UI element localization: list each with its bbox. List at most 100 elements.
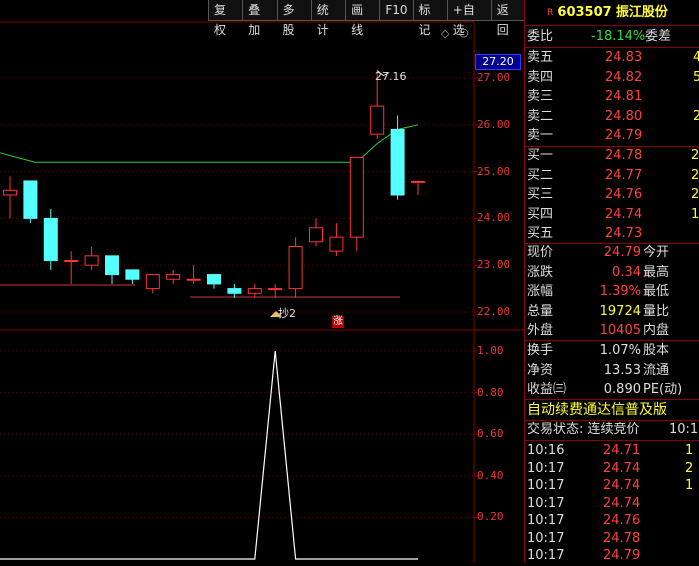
diamond-icon[interactable]: ◇ [441, 27, 449, 40]
toolbar-button[interactable]: 复权 [208, 0, 244, 37]
kline-chart[interactable] [0, 0, 525, 563]
stat-value: 0.34 [612, 264, 641, 280]
price-axis-label: 24.00 [477, 211, 511, 225]
stat-row: 涨幅 1.39% 最低 [525, 282, 699, 302]
stat-label-2: 最高 [643, 264, 670, 280]
ask-label: 卖四 [527, 69, 554, 85]
ask-row: 卖二 24.80 2 [525, 107, 699, 127]
high-annotation: 27.16 [375, 70, 407, 83]
price-axis-label: 25.00 [477, 164, 511, 178]
current-price-tag: 27.20 [475, 54, 521, 70]
toolbar-button[interactable]: 统计 [310, 0, 347, 37]
toolbar-button[interactable]: 返回 [490, 0, 527, 37]
fundamental-row: 收益㈢ 0.890 PE(动) [525, 380, 699, 400]
stat-label-2: 最低 [643, 284, 670, 299]
moving-average-line [0, 124, 419, 163]
price-axis-label: 22.00 [477, 305, 511, 318]
indicator-axis-label: 0.20 [477, 510, 504, 524]
candle-up [268, 288, 283, 291]
bid-row: 买五 24.73 [525, 224, 699, 244]
stat-row: 总量 19724 量比 [525, 302, 699, 322]
price-axis-label: 23.00 [477, 258, 511, 272]
fundamental-row: 净资 13.53 流通 [525, 361, 699, 381]
stat-label: 涨幅 [527, 284, 554, 299]
settings-circle-icon[interactable]: ○ [459, 26, 469, 39]
price-axis-label: 26.00 [477, 117, 511, 131]
bid-label: 买一 [527, 148, 554, 163]
r-flag: R [547, 8, 554, 18]
candle-up [349, 157, 364, 238]
candle-up [288, 245, 303, 290]
ask-label: 卖三 [527, 89, 554, 104]
ask-row: 卖四 24.82 5 [525, 68, 699, 88]
kline-chart-area[interactable]: 复权 叠加 多股 统计 画线 F10 标记 +自选 返回 ◇ ○ 27.20 27.00 26.0… [0, 0, 527, 563]
ask-price: 24.80 [605, 108, 643, 124]
price-axis-label: 27.00 [477, 71, 511, 84]
bid-volume: 1 [691, 206, 699, 222]
fund-value: 13.53 [603, 362, 641, 378]
stat-label-2: 量比 [643, 303, 670, 319]
bid-price: 24.78 [605, 148, 643, 163]
toolbar-button[interactable]: 画线 [345, 0, 381, 37]
ask-volume: 4 [693, 50, 699, 65]
toolbar-button[interactable]: 标记 [412, 0, 448, 37]
toolbar-button[interactable]: F10 [379, 0, 414, 21]
toolbar-button[interactable]: 多股 [276, 0, 312, 37]
signal-arrow-icon [270, 311, 282, 317]
bid-volume: 2 [691, 167, 699, 183]
bid-row: 买三 24.76 2 [525, 185, 699, 205]
fund-label-2: 股本 [643, 343, 670, 358]
ask-price: 24.81 [605, 89, 643, 104]
stat-label: 外盘 [527, 323, 554, 338]
tick-time: 10:17 [527, 548, 565, 563]
quote-panel: R 603507 振江股份 委比 -18.14% 委差 卖五 24.83 4 卖四 24… [525, 0, 699, 563]
candle-up [145, 274, 160, 290]
candle-up [329, 236, 344, 252]
candle-up [84, 255, 99, 266]
limit-up-badge: 涨 [332, 316, 344, 328]
ask-row: 卖一 24.79 [525, 126, 699, 146]
fundamental-row: 换手 1.07% 股本 [525, 341, 699, 361]
candle-up [309, 227, 323, 243]
stat-label-2: 今开 [643, 245, 670, 260]
chart-toolbar: 复权 叠加 多股 统计 画线 F10 标记 +自选 返回 [208, 0, 527, 37]
ask-volume: 5 [693, 69, 699, 85]
stock-name[interactable]: 振江股份 [616, 5, 668, 20]
ask-label: 卖五 [527, 50, 554, 65]
candle-up [64, 260, 79, 263]
bid-label: 买三 [527, 187, 554, 202]
ask-price: 24.79 [605, 128, 643, 143]
stock-header: R 603507 振江股份 [547, 3, 668, 23]
tick-row: 10:17 24.79 [525, 546, 699, 566]
stat-value: 24.79 [603, 245, 641, 260]
candle-up [3, 189, 17, 196]
candle-up [166, 274, 181, 280]
fund-value: 1.07% [599, 343, 641, 358]
bid-volume: 2 [691, 187, 699, 202]
candle-up [370, 105, 385, 135]
tick-price: 24.79 [603, 548, 641, 563]
stat-value: 1.39% [599, 284, 641, 299]
stat-row: 外盘 10405 内盘 [525, 321, 699, 341]
candle-up [411, 180, 425, 183]
toolbar-button[interactable]: +自选 [446, 0, 492, 37]
toolbar-button[interactable]: 叠加 [242, 0, 278, 37]
promo-banner[interactable]: 自动续费通达信普及版 [527, 400, 667, 420]
ask-volume: 2 [693, 108, 699, 124]
stock-code[interactable]: 603507 [557, 5, 611, 20]
candle-up [186, 278, 201, 281]
bid-label: 买四 [527, 206, 554, 222]
fund-label: 净资 [527, 362, 554, 378]
stat-value: 19724 [599, 303, 641, 319]
ask-price: 24.83 [605, 50, 643, 65]
stat-value: 10405 [599, 323, 641, 338]
candle-down [125, 269, 140, 280]
trade-status: 交易状态: 连续竞价 10:17 [527, 422, 699, 437]
stat-label-2: 内盘 [643, 323, 670, 338]
bid-row: 买一 24.78 2 [525, 146, 699, 166]
ask-row: 卖五 24.83 4 [525, 48, 699, 68]
bid-price: 24.74 [605, 206, 643, 222]
fund-label: 换手 [527, 343, 554, 358]
candle-down [207, 274, 221, 285]
bid-row: 买二 24.77 2 [525, 166, 699, 186]
